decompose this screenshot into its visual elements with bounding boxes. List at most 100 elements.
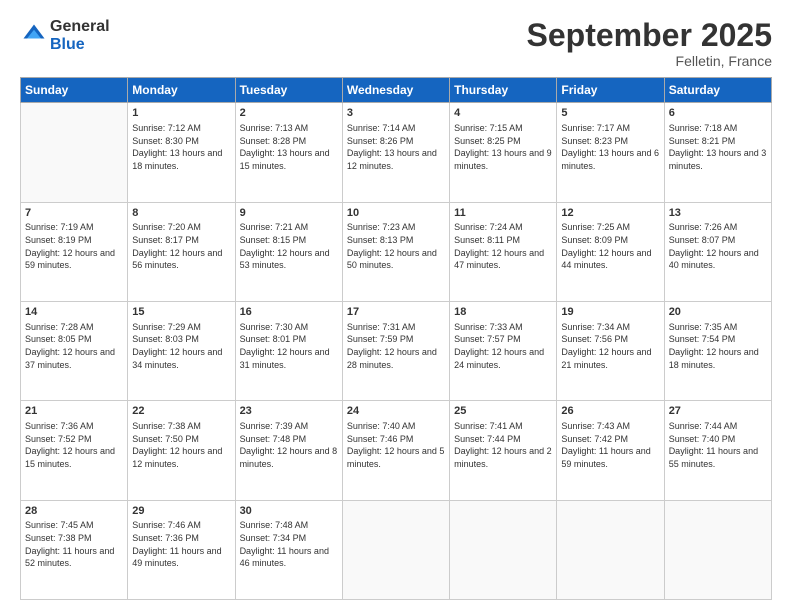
day-number: 3 [347, 106, 445, 121]
day-info: Sunrise: 7:13 AM Sunset: 8:28 PM Dayligh… [240, 122, 338, 172]
calendar-cell: 13Sunrise: 7:26 AM Sunset: 8:07 PM Dayli… [664, 202, 771, 301]
day-info: Sunrise: 7:18 AM Sunset: 8:21 PM Dayligh… [669, 122, 767, 172]
day-number: 5 [561, 106, 659, 121]
day-info: Sunrise: 7:19 AM Sunset: 8:19 PM Dayligh… [25, 221, 123, 271]
calendar-cell: 3Sunrise: 7:14 AM Sunset: 8:26 PM Daylig… [342, 103, 449, 202]
calendar-cell: 28Sunrise: 7:45 AM Sunset: 7:38 PM Dayli… [21, 500, 128, 599]
day-info: Sunrise: 7:44 AM Sunset: 7:40 PM Dayligh… [669, 420, 767, 470]
day-info: Sunrise: 7:43 AM Sunset: 7:42 PM Dayligh… [561, 420, 659, 470]
calendar-cell [557, 500, 664, 599]
day-info: Sunrise: 7:41 AM Sunset: 7:44 PM Dayligh… [454, 420, 552, 470]
day-number: 28 [25, 504, 123, 519]
day-info: Sunrise: 7:38 AM Sunset: 7:50 PM Dayligh… [132, 420, 230, 470]
day-info: Sunrise: 7:48 AM Sunset: 7:34 PM Dayligh… [240, 519, 338, 569]
col-header-friday: Friday [557, 78, 664, 103]
day-number: 2 [240, 106, 338, 121]
calendar-header-row: SundayMondayTuesdayWednesdayThursdayFrid… [21, 78, 772, 103]
calendar-cell: 27Sunrise: 7:44 AM Sunset: 7:40 PM Dayli… [664, 401, 771, 500]
header: General Blue September 2025 Felletin, Fr… [20, 18, 772, 69]
col-header-tuesday: Tuesday [235, 78, 342, 103]
day-number: 30 [240, 504, 338, 519]
calendar-cell: 16Sunrise: 7:30 AM Sunset: 8:01 PM Dayli… [235, 301, 342, 400]
day-number: 8 [132, 206, 230, 221]
day-info: Sunrise: 7:29 AM Sunset: 8:03 PM Dayligh… [132, 321, 230, 371]
calendar-cell [450, 500, 557, 599]
week-row-4: 21Sunrise: 7:36 AM Sunset: 7:52 PM Dayli… [21, 401, 772, 500]
calendar-cell [664, 500, 771, 599]
day-number: 19 [561, 305, 659, 320]
calendar-cell: 2Sunrise: 7:13 AM Sunset: 8:28 PM Daylig… [235, 103, 342, 202]
day-info: Sunrise: 7:46 AM Sunset: 7:36 PM Dayligh… [132, 519, 230, 569]
day-info: Sunrise: 7:24 AM Sunset: 8:11 PM Dayligh… [454, 221, 552, 271]
calendar-cell: 21Sunrise: 7:36 AM Sunset: 7:52 PM Dayli… [21, 401, 128, 500]
day-number: 6 [669, 106, 767, 121]
day-info: Sunrise: 7:17 AM Sunset: 8:23 PM Dayligh… [561, 122, 659, 172]
day-info: Sunrise: 7:23 AM Sunset: 8:13 PM Dayligh… [347, 221, 445, 271]
calendar-cell: 15Sunrise: 7:29 AM Sunset: 8:03 PM Dayli… [128, 301, 235, 400]
calendar-cell: 11Sunrise: 7:24 AM Sunset: 8:11 PM Dayli… [450, 202, 557, 301]
day-number: 25 [454, 404, 552, 419]
month-title: September 2025 [527, 18, 772, 53]
calendar-cell: 1Sunrise: 7:12 AM Sunset: 8:30 PM Daylig… [128, 103, 235, 202]
day-number: 9 [240, 206, 338, 221]
calendar-cell: 22Sunrise: 7:38 AM Sunset: 7:50 PM Dayli… [128, 401, 235, 500]
location: Felletin, France [527, 53, 772, 69]
calendar-cell: 7Sunrise: 7:19 AM Sunset: 8:19 PM Daylig… [21, 202, 128, 301]
day-number: 26 [561, 404, 659, 419]
calendar-cell: 19Sunrise: 7:34 AM Sunset: 7:56 PM Dayli… [557, 301, 664, 400]
day-number: 15 [132, 305, 230, 320]
week-row-3: 14Sunrise: 7:28 AM Sunset: 8:05 PM Dayli… [21, 301, 772, 400]
col-header-saturday: Saturday [664, 78, 771, 103]
calendar-cell: 24Sunrise: 7:40 AM Sunset: 7:46 PM Dayli… [342, 401, 449, 500]
day-number: 11 [454, 206, 552, 221]
col-header-wednesday: Wednesday [342, 78, 449, 103]
day-info: Sunrise: 7:26 AM Sunset: 8:07 PM Dayligh… [669, 221, 767, 271]
logo-text: General Blue [50, 18, 110, 53]
week-row-1: 1Sunrise: 7:12 AM Sunset: 8:30 PM Daylig… [21, 103, 772, 202]
day-info: Sunrise: 7:33 AM Sunset: 7:57 PM Dayligh… [454, 321, 552, 371]
col-header-thursday: Thursday [450, 78, 557, 103]
calendar-cell: 10Sunrise: 7:23 AM Sunset: 8:13 PM Dayli… [342, 202, 449, 301]
calendar-cell: 20Sunrise: 7:35 AM Sunset: 7:54 PM Dayli… [664, 301, 771, 400]
week-row-2: 7Sunrise: 7:19 AM Sunset: 8:19 PM Daylig… [21, 202, 772, 301]
day-number: 27 [669, 404, 767, 419]
day-info: Sunrise: 7:39 AM Sunset: 7:48 PM Dayligh… [240, 420, 338, 470]
col-header-sunday: Sunday [21, 78, 128, 103]
day-info: Sunrise: 7:31 AM Sunset: 7:59 PM Dayligh… [347, 321, 445, 371]
day-info: Sunrise: 7:14 AM Sunset: 8:26 PM Dayligh… [347, 122, 445, 172]
day-number: 1 [132, 106, 230, 121]
title-block: September 2025 Felletin, France [527, 18, 772, 69]
day-number: 10 [347, 206, 445, 221]
day-info: Sunrise: 7:34 AM Sunset: 7:56 PM Dayligh… [561, 321, 659, 371]
day-number: 7 [25, 206, 123, 221]
logo-icon [20, 21, 48, 49]
calendar-cell: 9Sunrise: 7:21 AM Sunset: 8:15 PM Daylig… [235, 202, 342, 301]
calendar-cell: 4Sunrise: 7:15 AM Sunset: 8:25 PM Daylig… [450, 103, 557, 202]
day-info: Sunrise: 7:25 AM Sunset: 8:09 PM Dayligh… [561, 221, 659, 271]
calendar-cell [342, 500, 449, 599]
day-info: Sunrise: 7:36 AM Sunset: 7:52 PM Dayligh… [25, 420, 123, 470]
calendar-cell: 26Sunrise: 7:43 AM Sunset: 7:42 PM Dayli… [557, 401, 664, 500]
calendar-table: SundayMondayTuesdayWednesdayThursdayFrid… [20, 77, 772, 600]
day-info: Sunrise: 7:20 AM Sunset: 8:17 PM Dayligh… [132, 221, 230, 271]
day-number: 4 [454, 106, 552, 121]
day-number: 20 [669, 305, 767, 320]
calendar-cell: 8Sunrise: 7:20 AM Sunset: 8:17 PM Daylig… [128, 202, 235, 301]
day-info: Sunrise: 7:28 AM Sunset: 8:05 PM Dayligh… [25, 321, 123, 371]
calendar-cell: 25Sunrise: 7:41 AM Sunset: 7:44 PM Dayli… [450, 401, 557, 500]
day-info: Sunrise: 7:45 AM Sunset: 7:38 PM Dayligh… [25, 519, 123, 569]
week-row-5: 28Sunrise: 7:45 AM Sunset: 7:38 PM Dayli… [21, 500, 772, 599]
calendar-cell: 6Sunrise: 7:18 AM Sunset: 8:21 PM Daylig… [664, 103, 771, 202]
day-number: 17 [347, 305, 445, 320]
day-info: Sunrise: 7:30 AM Sunset: 8:01 PM Dayligh… [240, 321, 338, 371]
logo-general: General [50, 18, 110, 36]
day-number: 24 [347, 404, 445, 419]
calendar-cell [21, 103, 128, 202]
calendar-cell: 12Sunrise: 7:25 AM Sunset: 8:09 PM Dayli… [557, 202, 664, 301]
day-number: 22 [132, 404, 230, 419]
day-number: 18 [454, 305, 552, 320]
page: General Blue September 2025 Felletin, Fr… [0, 0, 792, 612]
day-number: 16 [240, 305, 338, 320]
day-number: 14 [25, 305, 123, 320]
calendar-cell: 5Sunrise: 7:17 AM Sunset: 8:23 PM Daylig… [557, 103, 664, 202]
